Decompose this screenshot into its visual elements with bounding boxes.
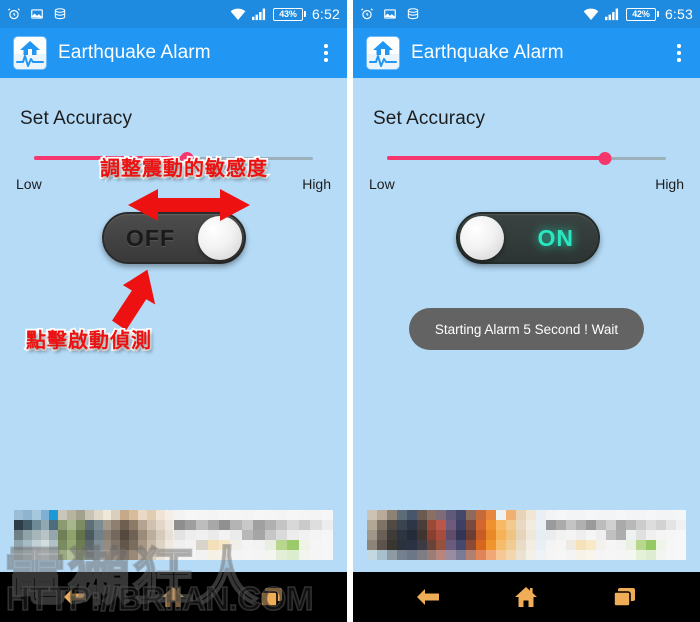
slider-track-fill bbox=[387, 156, 605, 160]
toast-message: Starting Alarm 5 Second ! Wait bbox=[409, 308, 644, 350]
ad-banner-image-mosaic bbox=[14, 510, 174, 560]
ad-banner[interactable] bbox=[14, 510, 333, 560]
status-bar-right-icons: 43% 6:52 bbox=[230, 7, 340, 21]
battery-tip bbox=[303, 11, 306, 17]
battery-indicator: 43% bbox=[272, 7, 306, 21]
toggle-state-label: ON bbox=[537, 224, 574, 251]
battery-percent-label: 43% bbox=[279, 8, 297, 19]
app-title: Earthquake Alarm bbox=[411, 42, 564, 63]
adjust-sensitivity-note: 調整震動的敏感度 bbox=[98, 156, 269, 182]
slider-thumb[interactable] bbox=[598, 152, 612, 165]
earthquake-house-wave-icon bbox=[14, 37, 46, 69]
ad-banner[interactable] bbox=[367, 510, 686, 560]
app-bar: Earthquake Alarm bbox=[353, 28, 700, 78]
back-icon[interactable] bbox=[408, 581, 448, 613]
status-bar-clock: 6:52 bbox=[311, 6, 340, 22]
sd-card-stack-icon bbox=[54, 8, 66, 20]
cell-signal-icon bbox=[604, 8, 619, 21]
wifi-icon bbox=[583, 8, 599, 20]
sd-card-stack-icon bbox=[407, 8, 419, 20]
back-icon[interactable] bbox=[55, 581, 95, 613]
image-icon bbox=[31, 9, 43, 19]
cell-signal-icon bbox=[251, 8, 266, 21]
app-bar: Earthquake Alarm bbox=[0, 28, 347, 78]
status-bar: 42% 6:53 bbox=[353, 0, 700, 28]
slider-min-label: Low bbox=[16, 176, 42, 192]
android-nav-bar bbox=[0, 572, 347, 622]
slider-max-label: High bbox=[655, 176, 684, 192]
ad-banner-image-mosaic bbox=[367, 510, 546, 560]
sensitivity-double-arrow-annotation bbox=[128, 189, 250, 221]
set-accuracy-label: Set Accuracy bbox=[373, 108, 486, 129]
battery-indicator: 42% bbox=[625, 7, 659, 21]
ad-banner-text-mosaic bbox=[545, 510, 686, 560]
overflow-menu-icon[interactable] bbox=[668, 38, 690, 68]
recents-icon[interactable] bbox=[252, 581, 292, 613]
set-accuracy-label: Set Accuracy bbox=[20, 108, 133, 129]
toast-message-text: Starting Alarm 5 Second ! Wait bbox=[434, 321, 619, 337]
alarm-clock-icon bbox=[8, 8, 20, 20]
detection-toggle[interactable]: ON bbox=[456, 212, 600, 264]
image-icon bbox=[384, 9, 396, 19]
home-icon[interactable] bbox=[506, 581, 546, 613]
battery-tip bbox=[656, 11, 659, 17]
battery-percent-label: 42% bbox=[632, 8, 650, 19]
android-nav-bar bbox=[353, 572, 700, 622]
recents-icon[interactable] bbox=[605, 581, 645, 613]
status-bar: 43% 6:52 bbox=[0, 0, 347, 28]
slider-max-label: High bbox=[302, 176, 331, 192]
status-bar-left-icons bbox=[360, 7, 420, 21]
toggle-knob[interactable] bbox=[460, 216, 504, 260]
accuracy-slider[interactable] bbox=[387, 150, 666, 166]
app-title: Earthquake Alarm bbox=[58, 42, 211, 63]
status-bar-right-icons: 42% 6:53 bbox=[583, 7, 693, 21]
phone-screenshot-left: 43% 6:52 Earthquake Alarm Set Accuracy L… bbox=[0, 0, 347, 622]
home-icon[interactable] bbox=[153, 581, 193, 613]
tap-to-start-note: 點擊啟動偵測 bbox=[24, 328, 153, 354]
app-content: Set Accuracy Low High ON Starting Alarm … bbox=[353, 78, 700, 572]
earthquake-house-wave-icon bbox=[367, 37, 399, 69]
ad-banner-text-mosaic bbox=[173, 510, 333, 560]
status-bar-left-icons bbox=[7, 7, 67, 21]
toggle-state-label: OFF bbox=[126, 224, 175, 251]
overflow-menu-icon[interactable] bbox=[315, 38, 337, 68]
phone-screenshot-right: 42% 6:53 Earthquake Alarm Set Accuracy L… bbox=[353, 0, 700, 622]
alarm-clock-icon bbox=[361, 8, 373, 20]
wifi-icon bbox=[230, 8, 246, 20]
app-content: Set Accuracy Low High OFF 調整震動的敏感度 點擊啟動偵… bbox=[0, 78, 347, 572]
screenshot-stage: 43% 6:52 Earthquake Alarm Set Accuracy L… bbox=[0, 0, 700, 622]
status-bar-clock: 6:53 bbox=[664, 6, 693, 22]
slider-range-labels: Low High bbox=[369, 176, 684, 192]
slider-min-label: Low bbox=[369, 176, 395, 192]
